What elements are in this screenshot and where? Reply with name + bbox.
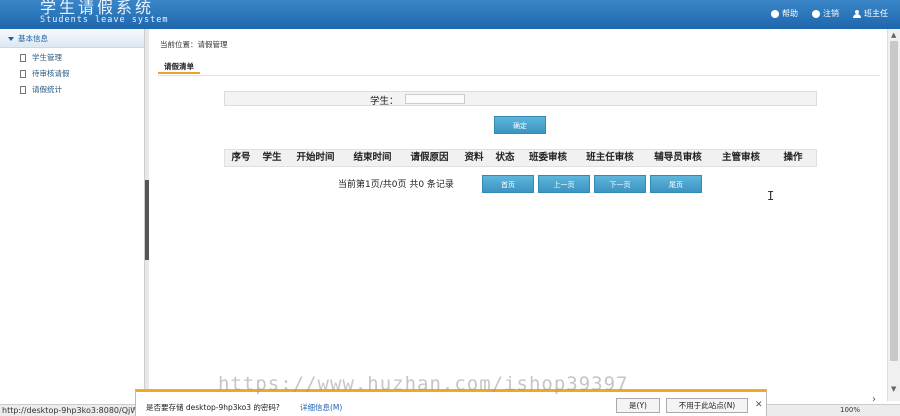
sidebar-item-label: 请假统计 <box>32 85 62 94</box>
column-header: 资料 <box>464 152 484 163</box>
logout-label: 注销 <box>823 9 839 18</box>
header-links: 帮助 注销 班主任 <box>771 8 888 19</box>
scroll-up-icon[interactable]: ▲ <box>891 31 896 39</box>
column-header: 班委审核 <box>528 152 567 163</box>
text-cursor-icon: I <box>767 189 775 203</box>
sidebar-item-leave-statistics[interactable]: 请假统计 <box>0 82 144 98</box>
column-header: 学生 <box>262 152 282 163</box>
column-header: 开始时间 <box>296 152 335 163</box>
user-icon <box>853 9 861 18</box>
power-icon <box>812 9 820 18</box>
prev-page-button[interactable]: 上一页 <box>538 175 590 193</box>
pager-summary: 当前第1页/共0页 共0 条记录 <box>338 180 454 190</box>
document-icon <box>20 54 26 62</box>
confirm-button[interactable]: 确定 <box>494 116 546 134</box>
column-header: 状态 <box>495 152 515 163</box>
help-label: 帮助 <box>782 9 798 18</box>
vertical-scrollbar[interactable]: ▲ ▼ <box>887 29 900 401</box>
sidebar-item-student-management[interactable]: 学生管理 <box>0 50 144 66</box>
sidebar-item-pending-leave[interactable]: 待审核请假 <box>0 66 144 82</box>
last-page-button[interactable]: 尾页 <box>650 175 702 193</box>
tab-leave-list[interactable]: 请假清单 <box>158 60 200 74</box>
column-header: 序号 <box>231 152 251 163</box>
logout-link[interactable]: 注销 <box>812 8 839 19</box>
document-icon <box>20 70 26 78</box>
sidebar: 基本信息 学生管理 待审核请假 请假统计 <box>0 29 145 401</box>
column-header: 班主任审核 <box>586 152 634 163</box>
sidebar-group-basic-info[interactable]: 基本信息 <box>0 29 144 48</box>
search-bar: 学生： <box>224 91 817 107</box>
user-link[interactable]: 班主任 <box>853 8 888 19</box>
status-url: http://desktop-9hp3ko3:8080/QjW <box>2 406 139 415</box>
first-page-button[interactable]: 首页 <box>482 175 534 193</box>
app-title: 学生请假系统 <box>40 0 155 17</box>
close-icon[interactable]: ✕ <box>755 400 763 410</box>
tab-divider <box>158 75 880 76</box>
save-password-yes-button[interactable]: 是(Y) <box>616 398 660 413</box>
document-icon <box>20 86 26 94</box>
notification-message: 是否要存储 desktop-9hp3ko3 的密码? <box>146 403 280 412</box>
student-search-input[interactable] <box>405 94 465 104</box>
sidebar-item-label: 待审核请假 <box>32 69 70 78</box>
column-header: 请假原因 <box>410 152 449 163</box>
table-header: 序号 学生 开始时间 结束时间 请假原因 资料 状态 班委审核 班主任审核 辅导… <box>224 149 817 167</box>
next-page-button[interactable]: 下一页 <box>594 175 646 193</box>
sidebar-item-label: 学生管理 <box>32 53 62 62</box>
app-subtitle: Students leave system <box>40 15 169 25</box>
scroll-down-icon[interactable]: ▼ <box>891 385 896 393</box>
notification-details-link[interactable]: 详细信息(M) <box>300 402 342 413</box>
column-header: 结束时间 <box>353 152 392 163</box>
collapse-triangle-icon <box>8 37 14 41</box>
never-for-site-button[interactable]: 不用于此站点(N) <box>666 398 748 413</box>
column-header: 主管审核 <box>721 152 760 163</box>
user-label: 班主任 <box>864 9 888 18</box>
watermark: https://www.huzhan.com/ishop39397 <box>218 373 629 395</box>
zoom-level[interactable]: 100% <box>840 406 860 414</box>
student-search-label: 学生： <box>370 96 399 107</box>
app-header: 学生请假系统 Students leave system 帮助 注销 班主任 <box>0 0 900 29</box>
help-icon <box>771 9 779 18</box>
sidebar-group-label: 基本信息 <box>18 34 48 43</box>
scrollbar-thumb[interactable] <box>890 41 898 361</box>
brand: 学生请假系统 Students leave system <box>40 0 168 25</box>
main-content: 当前位置：请假管理 请假清单 学生： 确定 序号 学生 开始时间 结束时间 请假… <box>150 29 887 401</box>
column-header: 辅导员审核 <box>654 152 702 163</box>
splitter-handle[interactable] <box>145 180 149 260</box>
column-header: 操作 <box>783 152 803 163</box>
breadcrumb: 当前位置：请假管理 <box>160 40 228 49</box>
help-link[interactable]: 帮助 <box>771 8 798 19</box>
